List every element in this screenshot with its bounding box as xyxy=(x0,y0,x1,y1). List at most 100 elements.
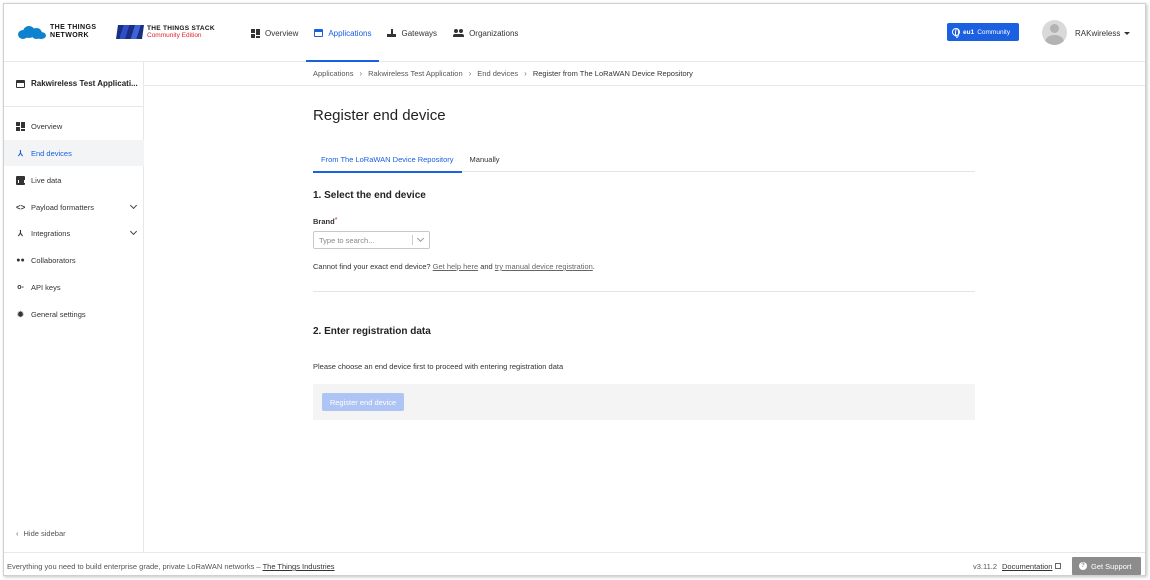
gateway-icon xyxy=(387,29,397,37)
registration-tabs: From The LoRaWAN Device Repository Manua… xyxy=(313,147,975,173)
sidebar-item-label: Live data xyxy=(31,175,62,185)
gear-icon: ✹ xyxy=(17,309,24,319)
nav-gateways-label: Gateways xyxy=(401,28,438,38)
sidebar-item-live-data[interactable]: Live data xyxy=(4,167,144,193)
sidebar-item-payload-formatters[interactable]: <> Payload formatters xyxy=(4,194,144,220)
tts-logo-line2: Community Edition xyxy=(147,32,202,39)
ttn-logo[interactable]: THE THINGS NETWORK xyxy=(18,24,96,40)
chevron-right-icon: › xyxy=(468,69,472,78)
help-text: Cannot find your exact end device? Get h… xyxy=(313,262,595,271)
chevron-down-icon[interactable] xyxy=(129,201,138,210)
help-circle-icon: ? xyxy=(1079,562,1087,570)
sidebar-item-general-settings[interactable]: ✹ General settings xyxy=(4,301,144,327)
device-hub-icon: ⅄ xyxy=(18,148,23,158)
registration-info-text: Please choose an end device first to pro… xyxy=(313,362,564,371)
caret-down-icon[interactable] xyxy=(1124,32,1130,35)
sidebar-item-overview[interactable]: Overview xyxy=(4,113,144,139)
user-name[interactable]: RAKwireless xyxy=(1075,29,1120,38)
breadcrumb: Applications › Rakwireless Test Applicat… xyxy=(313,69,693,78)
sidebar-item-label: General settings xyxy=(31,309,86,319)
cluster-label: Community xyxy=(977,28,1011,36)
section-registration-data-title: 2. Enter registration data xyxy=(313,326,431,337)
chevron-down-icon[interactable] xyxy=(416,234,425,243)
chevron-right-icon: › xyxy=(524,69,527,78)
breadcrumb-current: Register from The LoRaWAN Device Reposit… xyxy=(532,69,693,78)
ttn-logo-line1: THE THINGS xyxy=(50,24,97,31)
sidebar-app-title: Rakwireless Test Applicati... xyxy=(16,79,138,88)
key-icon: o- xyxy=(17,283,24,291)
sidebar-item-label: Integrations xyxy=(31,228,71,238)
sidebar-app-title-label: Rakwireless Test Applicati... xyxy=(31,79,138,88)
nav-organizations-label: Organizations xyxy=(469,28,519,38)
sidebar-item-collaborators[interactable]: ●● Collaborators xyxy=(4,247,144,273)
dashboard-icon xyxy=(16,121,25,131)
breadcrumb-application[interactable]: Rakwireless Test Application xyxy=(368,69,463,78)
brand-label: Brand* xyxy=(313,215,338,226)
sidebar-item-label: API keys xyxy=(31,282,61,292)
cluster-region: eu1 xyxy=(963,28,975,36)
breadcrumb-end-devices[interactable]: End devices xyxy=(477,69,518,78)
external-link-icon xyxy=(1055,563,1062,569)
register-end-device-button[interactable]: Register end device xyxy=(322,393,404,411)
integrations-icon: ⅄ xyxy=(18,228,23,238)
nav-applications-label: Applications xyxy=(328,28,372,38)
sidebar-item-integrations[interactable]: ⅄ Integrations xyxy=(4,220,144,246)
nav-gateways[interactable]: Gateways xyxy=(379,4,445,62)
documentation-link[interactable]: Documentation xyxy=(1002,562,1062,571)
breadcrumb-bar: Applications › Rakwireless Test Applicat… xyxy=(144,62,1145,86)
cloud-icon xyxy=(18,25,46,39)
nav-overview[interactable]: Overview xyxy=(243,4,306,62)
globe-icon xyxy=(952,28,960,38)
section-divider xyxy=(313,291,975,292)
sidebar-item-end-devices[interactable]: ⅄ End devices xyxy=(4,140,144,166)
chevron-down-icon[interactable] xyxy=(129,227,138,236)
sidebar-item-api-keys[interactable]: o- API keys xyxy=(4,274,144,300)
nav-applications[interactable]: Applications xyxy=(306,4,380,62)
footer-tagline-text: Everything you need to build enterprise … xyxy=(7,562,261,571)
sidebar: Rakwireless Test Applicati... Overview ⅄… xyxy=(4,62,144,552)
application-icon xyxy=(314,29,324,37)
chevron-right-icon: › xyxy=(359,69,363,78)
hide-sidebar-button[interactable]: ‹ Hide sidebar xyxy=(16,529,66,538)
help-text-prefix: Cannot find your exact end device? xyxy=(313,262,431,271)
page-title: Register end device xyxy=(313,107,446,124)
brand-select[interactable] xyxy=(313,231,430,249)
help-text-suffix: . xyxy=(592,262,595,271)
get-help-link[interactable]: Get help here xyxy=(433,262,478,271)
brand-search-input[interactable] xyxy=(319,235,409,246)
the-things-industries-link[interactable]: The Things Industries xyxy=(263,562,335,571)
cluster-selector-button[interactable]: eu1 Community xyxy=(947,23,1019,41)
ttn-logo-line2: NETWORK xyxy=(50,32,89,39)
footer: Everything you need to build enterprise … xyxy=(4,552,1145,575)
application-icon xyxy=(16,79,25,88)
live-data-icon xyxy=(16,175,25,185)
nav-overview-label: Overview xyxy=(265,28,299,38)
tts-stack-icon xyxy=(116,25,144,39)
documentation-label: Documentation xyxy=(1002,562,1053,571)
section-select-device-title: 1. Select the end device xyxy=(313,190,426,201)
select-divider xyxy=(412,235,413,245)
brand-label-text: Brand xyxy=(313,217,335,226)
chevron-left-icon: ‹ xyxy=(16,529,19,538)
sidebar-item-label: Payload formatters xyxy=(31,202,94,212)
tab-manually[interactable]: Manually xyxy=(462,147,508,172)
help-text-and: and xyxy=(480,262,493,271)
top-nav: Overview Applications Gateways Organizat… xyxy=(243,4,526,62)
get-support-label: Get Support xyxy=(1091,561,1132,571)
tab-device-repository[interactable]: From The LoRaWAN Device Repository xyxy=(313,147,462,173)
nav-organizations[interactable]: Organizations xyxy=(445,4,526,62)
sidebar-item-label: End devices xyxy=(31,148,72,158)
breadcrumb-applications[interactable]: Applications xyxy=(313,69,353,78)
get-support-button[interactable]: ? Get Support xyxy=(1072,557,1141,575)
tts-logo[interactable]: THE THINGS STACK Community Edition xyxy=(116,25,215,39)
top-header: THE THINGS NETWORK THE THINGS STACK Comm… xyxy=(4,4,1145,62)
manual-registration-link[interactable]: try manual device registration xyxy=(495,262,593,271)
required-marker: * xyxy=(334,215,338,224)
people-icon: ●● xyxy=(16,256,25,264)
organizations-icon xyxy=(453,28,465,38)
sidebar-item-label: Overview xyxy=(31,121,63,131)
code-icon: <> xyxy=(16,202,26,212)
version-label: v3.11.2 xyxy=(973,562,998,571)
footer-tagline: Everything you need to build enterprise … xyxy=(7,562,335,571)
user-avatar[interactable] xyxy=(1042,20,1067,45)
